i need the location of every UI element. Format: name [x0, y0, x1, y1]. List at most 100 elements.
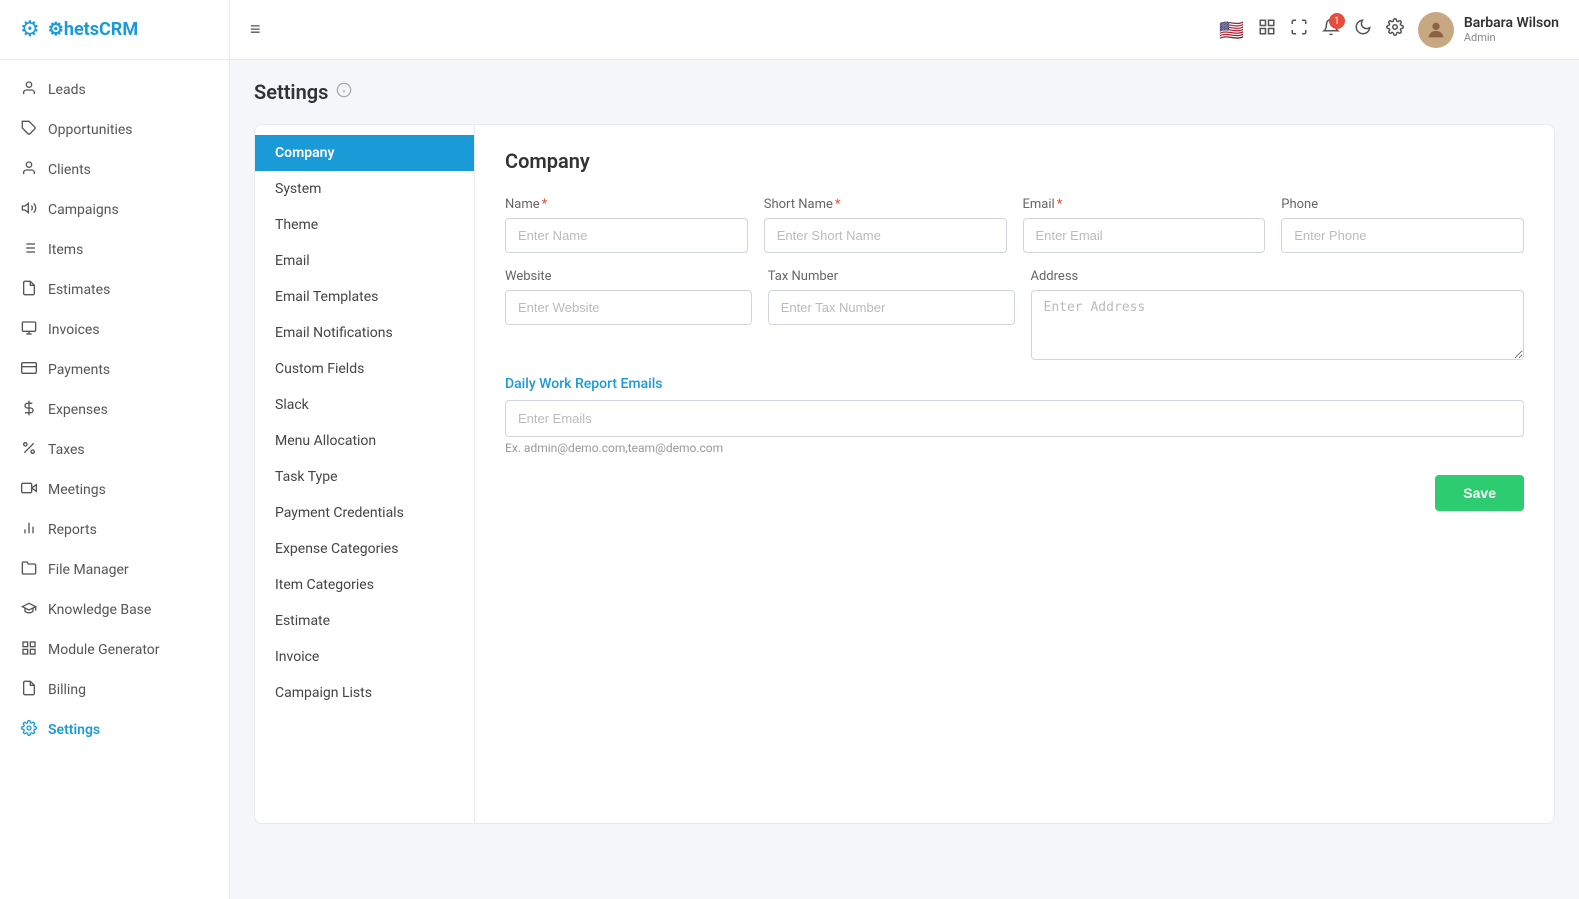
apps-icon[interactable] [1258, 18, 1276, 41]
settings-nav-email[interactable]: Email [255, 243, 474, 279]
settings-nav-payment-credentials[interactable]: Payment Credentials [255, 495, 474, 531]
user-profile[interactable]: Barbara Wilson Admin [1418, 12, 1559, 48]
sidebar-item-meetings[interactable]: Meetings [0, 470, 229, 510]
gear-settings-icon[interactable] [1386, 18, 1404, 41]
page-title: Settings [254, 80, 328, 104]
logo-text: ⚙hetsCRM [48, 19, 138, 40]
settings-nav-item-categories[interactable]: Item Categories [255, 567, 474, 603]
settings-nav-expense-categories[interactable]: Expense Categories [255, 531, 474, 567]
settings-nav-menu-allocation[interactable]: Menu Allocation [255, 423, 474, 459]
settings-nav-email-notifications[interactable]: Email Notifications [255, 315, 474, 351]
sidebar-item-billing[interactable]: Billing [0, 670, 229, 710]
sidebar-item-estimates[interactable]: Estimates [0, 270, 229, 310]
sidebar-label-knowledge-base: Knowledge Base [48, 602, 151, 618]
knowledge-base-icon [20, 600, 38, 620]
settings-nav-estimate[interactable]: Estimate [255, 603, 474, 639]
form-group-name: Name* [505, 197, 748, 253]
sidebar-item-invoices[interactable]: Invoices [0, 310, 229, 350]
sidebar-item-clients[interactable]: Clients [0, 150, 229, 190]
settings-nav-campaign-lists[interactable]: Campaign Lists [255, 675, 474, 711]
sidebar-label-campaigns: Campaigns [48, 202, 119, 218]
form-group-phone: Phone [1281, 197, 1524, 253]
billing-icon [20, 680, 38, 700]
info-icon[interactable] [336, 82, 352, 102]
settings-nav-invoice[interactable]: Invoice [255, 639, 474, 675]
sidebar-item-module-generator[interactable]: Module Generator [0, 630, 229, 670]
sidebar-item-payments[interactable]: Payments [0, 350, 229, 390]
settings-layout: Company System Theme Email Email Templat… [254, 124, 1555, 824]
settings-nav-theme[interactable]: Theme [255, 207, 474, 243]
settings-nav-email-templates[interactable]: Email Templates [255, 279, 474, 315]
short-name-label: Short Name* [764, 197, 1007, 212]
payments-icon [20, 360, 38, 380]
settings-nav-slack[interactable]: Slack [255, 387, 474, 423]
sidebar-nav: Leads Opportunities Clients Campaigns It… [0, 60, 229, 760]
sidebar-item-campaigns[interactable]: Campaigns [0, 190, 229, 230]
form-group-tax-number: Tax Number [768, 269, 1015, 360]
name-label: Name* [505, 197, 748, 212]
sidebar-item-opportunities[interactable]: Opportunities [0, 110, 229, 150]
sidebar-label-module-generator: Module Generator [48, 642, 160, 658]
short-name-input[interactable] [764, 218, 1007, 253]
daily-emails-input[interactable] [505, 400, 1524, 437]
logo-icon: ⚙ [20, 17, 40, 42]
expand-icon[interactable] [1290, 18, 1308, 41]
email-input[interactable] [1023, 218, 1266, 253]
sidebar-label-file-manager: File Manager [48, 562, 129, 578]
notification-bell-icon[interactable]: 1 [1322, 18, 1340, 41]
form-row-2: Website Tax Number Address [505, 269, 1524, 360]
avatar [1418, 12, 1454, 48]
address-label: Address [1031, 269, 1525, 284]
leads-icon [20, 80, 38, 100]
settings-nav-company[interactable]: Company [255, 135, 474, 171]
phone-input[interactable] [1281, 218, 1524, 253]
form-group-email: Email* [1023, 197, 1266, 253]
form-group-website: Website [505, 269, 752, 360]
sidebar-label-reports: Reports [48, 522, 97, 538]
file-manager-icon [20, 560, 38, 580]
sidebar-item-file-manager[interactable]: File Manager [0, 550, 229, 590]
sidebar-item-settings[interactable]: Settings [0, 710, 229, 750]
address-textarea[interactable] [1031, 290, 1525, 360]
settings-nav-system[interactable]: System [255, 171, 474, 207]
tax-number-input[interactable] [768, 290, 1015, 325]
settings-nav-task-type[interactable]: Task Type [255, 459, 474, 495]
form-group-short-name: Short Name* [764, 197, 1007, 253]
user-role: Admin [1464, 31, 1559, 44]
sidebar-item-reports[interactable]: Reports [0, 510, 229, 550]
sidebar-label-estimates: Estimates [48, 282, 110, 298]
save-button[interactable]: Save [1435, 475, 1524, 511]
meetings-icon [20, 480, 38, 500]
expenses-icon [20, 400, 38, 420]
website-input[interactable] [505, 290, 752, 325]
items-icon [20, 240, 38, 260]
notification-count-badge: 1 [1329, 13, 1345, 29]
form-footer: Save [505, 475, 1524, 511]
header-actions: 🇺🇸 1 Barbara Wilson [1219, 12, 1559, 48]
website-label: Website [505, 269, 752, 284]
sidebar-item-items[interactable]: Items [0, 230, 229, 270]
sidebar-item-taxes[interactable]: Taxes [0, 430, 229, 470]
daily-emails-section: Daily Work Report Emails Ex. admin@demo.… [505, 376, 1524, 455]
logo: ⚙ ⚙hetsCRM [0, 0, 229, 60]
invoices-icon [20, 320, 38, 340]
phone-label: Phone [1281, 197, 1524, 212]
header: ≡ 🇺🇸 1 [230, 0, 1579, 60]
sidebar-item-leads[interactable]: Leads [0, 70, 229, 110]
sidebar-item-expenses[interactable]: Expenses [0, 390, 229, 430]
page-content: Settings Company System Theme Email Emai… [230, 60, 1579, 899]
menu-toggle-icon[interactable]: ≡ [250, 19, 261, 40]
dark-mode-icon[interactable] [1354, 18, 1372, 41]
settings-nav-custom-fields[interactable]: Custom Fields [255, 351, 474, 387]
language-flag-icon[interactable]: 🇺🇸 [1219, 18, 1244, 42]
settings-icon [20, 720, 38, 740]
user-name: Barbara Wilson [1464, 15, 1559, 31]
sidebar-item-knowledge-base[interactable]: Knowledge Base [0, 590, 229, 630]
taxes-icon [20, 440, 38, 460]
sidebar-label-settings: Settings [48, 722, 100, 738]
module-generator-icon [20, 640, 38, 660]
estimates-icon [20, 280, 38, 300]
daily-emails-label: Daily Work Report Emails [505, 376, 1524, 392]
email-label: Email* [1023, 197, 1266, 212]
name-input[interactable] [505, 218, 748, 253]
